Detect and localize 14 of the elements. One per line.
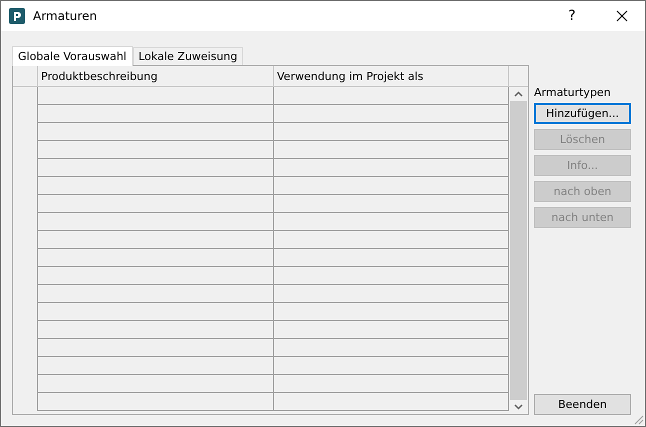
- scroll-down-icon[interactable]: [514, 404, 523, 410]
- scroll-up-icon[interactable]: [514, 91, 523, 97]
- finish-button[interactable]: Beenden: [534, 394, 631, 415]
- column-header: Verwendung im Projekt als: [274, 66, 509, 87]
- window-title: Armaturen: [33, 9, 98, 23]
- close-icon[interactable]: [616, 10, 628, 22]
- column-header: Produktbeschreibung: [38, 66, 274, 87]
- resize-grip-icon[interactable]: [634, 415, 644, 425]
- help-button[interactable]: ?: [549, 8, 595, 24]
- group-label: Armaturtypen: [534, 86, 612, 99]
- app-logo-icon: [9, 8, 25, 24]
- tab[interactable]: Globale Vorauswahl: [12, 46, 132, 66]
- action-button[interactable]: Hinzufügen...: [534, 103, 631, 124]
- tab[interactable]: Lokale Zuweisung: [132, 47, 244, 65]
